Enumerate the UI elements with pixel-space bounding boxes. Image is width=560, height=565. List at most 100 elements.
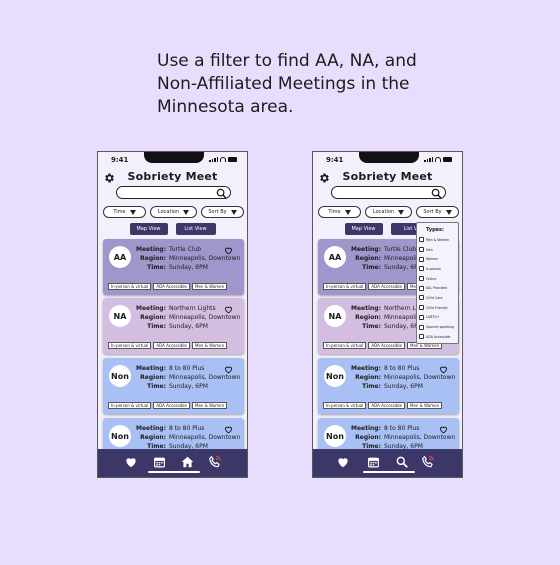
status-time: 9:41 — [111, 156, 129, 164]
meeting-region: Minneapolis, Downtown — [169, 374, 241, 381]
checkbox[interactable] — [419, 314, 424, 320]
meeting-time: Sunday, 6PM — [384, 383, 423, 390]
meeting-tag: ADA Accessible — [368, 402, 405, 409]
type-option-label: Spanish speaking — [426, 325, 454, 330]
home-indicator — [148, 471, 200, 473]
meeting-info: Meeting: Northern Lig Region: Minneapolis Ti… — [349, 304, 423, 331]
avatar-badge: NA — [324, 305, 346, 327]
meeting-tag: ADA Accessible — [153, 342, 190, 349]
map-view-button[interactable]: Map View — [344, 223, 383, 235]
tag-list: In-person & virtualADA AccessibleMen & W… — [323, 402, 443, 409]
checkbox[interactable] — [419, 237, 424, 243]
type-option-label: LGBTQ+ — [426, 315, 440, 320]
meeting-time-label: Time: — [362, 323, 381, 330]
headline: Use a filter to find AA, NA, and Non-Aff… — [157, 51, 417, 117]
favorite-heart-icon[interactable] — [439, 365, 448, 374]
type-option[interactable]: Women — [417, 254, 458, 264]
search-icon[interactable] — [395, 455, 409, 469]
type-option[interactable]: Men — [417, 245, 458, 255]
sort-by-filter[interactable]: Sort By — [416, 206, 459, 218]
meeting-card[interactable]: Non Meeting: 8 to 80 Plus Region: Minneapoli… — [103, 358, 244, 414]
location-filter[interactable]: Location — [150, 206, 197, 218]
location-filter[interactable]: Location — [365, 206, 412, 218]
checkbox[interactable] — [419, 276, 424, 282]
meeting-region-label: Region: — [140, 314, 166, 321]
meeting-tag: ADA Accessible — [368, 342, 405, 349]
bottom-nav — [313, 449, 462, 477]
meeting-region-row: Region: Minneapolis, Downtown — [134, 313, 240, 322]
time-filter[interactable]: Time — [318, 206, 361, 218]
meeting-time-label: Time: — [147, 264, 166, 271]
checkbox[interactable] — [419, 285, 424, 291]
favorite-heart-icon[interactable] — [224, 246, 233, 255]
heart-icon[interactable] — [336, 455, 350, 469]
checkbox[interactable] — [419, 247, 424, 253]
search-input[interactable] — [116, 186, 231, 199]
meeting-time-label: Time: — [147, 323, 166, 330]
type-option[interactable]: Online — [417, 274, 458, 284]
app-title: Sobriety Meet — [127, 170, 218, 183]
meeting-region-label: Region: — [355, 255, 381, 262]
meeting-name-label: Meeting: — [136, 425, 166, 432]
checkbox[interactable] — [419, 256, 424, 262]
meeting-tag: Men & Women — [192, 402, 228, 409]
sort-by-filter[interactable]: Sort By — [201, 206, 244, 218]
avatar-badge: NA — [109, 305, 131, 327]
time-filter-label: Time — [328, 209, 341, 215]
type-option-label: Online — [426, 276, 437, 281]
type-option-label: Men & Women — [426, 237, 450, 242]
checkbox[interactable] — [419, 266, 424, 272]
checkbox[interactable] — [419, 295, 424, 301]
avatar-badge: Non — [324, 425, 346, 447]
meeting-region: Minneapolis, Downtown — [169, 314, 241, 321]
meeting-name-label: Meeting: — [351, 365, 381, 372]
meeting-region-label: Region: — [355, 434, 381, 441]
meeting-region-row: Region: Minneapolis, Downtown — [134, 433, 240, 442]
meeting-region: Minneapolis — [384, 255, 420, 262]
meeting-name: 8 to 80 Plus — [384, 425, 420, 432]
meeting-name-row: Meeting: Northern Lig — [349, 304, 423, 313]
meeting-region-label: Region: — [140, 434, 166, 441]
calendar-icon[interactable] — [367, 455, 380, 469]
type-option-label: Women — [426, 257, 439, 262]
phone-icon[interactable] — [208, 455, 222, 469]
type-option[interactable]: Men & Women — [417, 235, 458, 245]
tag-list: In-person & virtualADA AccessibleMen & W… — [108, 283, 228, 290]
heart-icon[interactable] — [124, 455, 138, 469]
battery-icon — [228, 157, 237, 162]
list-view-button[interactable]: List View — [175, 223, 216, 235]
type-option[interactable]: In-person — [417, 264, 458, 274]
map-view-button[interactable]: Map View — [129, 223, 168, 235]
checkbox[interactable] — [419, 334, 424, 340]
type-option-label: Child Care — [426, 295, 443, 300]
type-option[interactable]: ADA Accessible — [417, 332, 458, 342]
meeting-card[interactable]: NA Meeting: Northern Lights Region: Minneapo… — [103, 298, 244, 354]
type-option[interactable]: LGBTQ+ — [417, 313, 458, 323]
type-option[interactable]: Spanish speaking — [417, 322, 458, 332]
checkbox[interactable] — [419, 324, 424, 330]
status-bar: 9:41 — [313, 152, 462, 166]
sort-by-filter-label: Sort By — [208, 209, 227, 215]
favorite-heart-icon[interactable] — [224, 365, 233, 374]
meeting-time: Sunday, 6PM — [169, 264, 208, 271]
chevron-down-icon — [398, 209, 405, 215]
meeting-time-row: Time: Sunday, 6PM — [134, 382, 240, 391]
time-filter[interactable]: Time — [103, 206, 146, 218]
notch — [144, 152, 204, 163]
meeting-card[interactable]: Non Meeting: 8 to 80 Plus Region: Minneapoli… — [318, 358, 459, 414]
calendar-icon[interactable] — [153, 455, 166, 469]
favorite-heart-icon[interactable] — [224, 305, 233, 314]
meeting-region-label: Region: — [355, 314, 381, 321]
search-input[interactable] — [331, 186, 446, 199]
type-option[interactable]: Child Friendly — [417, 303, 458, 313]
checkbox[interactable] — [419, 305, 424, 311]
meeting-card[interactable]: AA Meeting: Turtle Club Region: Minneapolis,… — [103, 239, 244, 295]
home-icon[interactable] — [180, 455, 195, 469]
type-option[interactable]: Child Care — [417, 293, 458, 303]
chevron-down-icon — [344, 209, 351, 215]
phone-icon[interactable] — [421, 455, 435, 469]
favorite-heart-icon[interactable] — [224, 425, 233, 434]
favorite-heart-icon[interactable] — [439, 425, 448, 434]
type-option[interactable]: ASL Provided — [417, 283, 458, 293]
meeting-time-row: Time: Sunday, 6PM — [349, 382, 455, 391]
